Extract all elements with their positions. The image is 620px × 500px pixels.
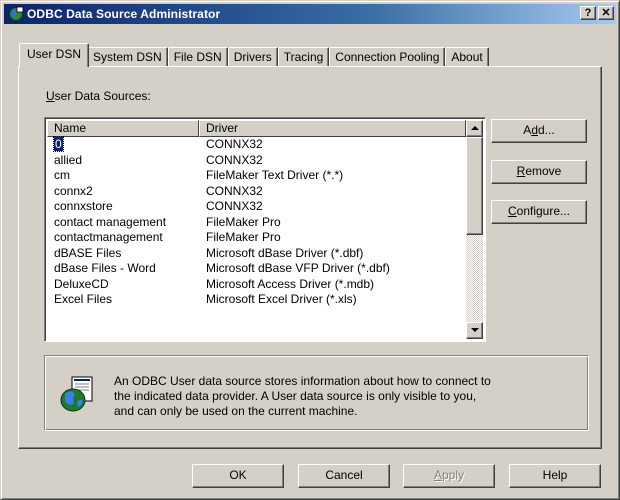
list-item-driver: Microsoft Access Driver (*.mdb): [206, 276, 375, 291]
tab-drivers[interactable]: Drivers: [227, 47, 278, 67]
tab-strip: User DSN System DSN File DSN Drivers Tra…: [19, 43, 489, 67]
arrow-down-icon: [471, 328, 479, 332]
list-item[interactable]: DeluxeCD Microsoft Access Driver (*.mdb): [47, 277, 466, 293]
list-item[interactable]: contact management FileMaker Pro: [47, 215, 466, 231]
list-item-driver: FileMaker Pro: [206, 214, 281, 229]
list-item-name: 0: [53, 136, 64, 152]
list-item-name: Excel Files: [54, 292, 113, 306]
list-item[interactable]: cm FileMaker Text Driver (*.*): [47, 168, 466, 184]
tab-tracing[interactable]: Tracing: [277, 47, 330, 67]
info-line-2: the indicated data provider. A User data…: [114, 389, 477, 403]
help-button[interactable]: Help: [509, 464, 601, 488]
odbc-globe-icon: [8, 6, 24, 22]
remove-button[interactable]: Remove: [491, 160, 587, 184]
list-item-driver: CONNX32: [206, 183, 263, 198]
tab-system-dsn[interactable]: System DSN: [87, 47, 168, 67]
user-dsn-panel: User Data Sources: Name Driver 0 CONNX32 …: [18, 66, 602, 449]
list-item[interactable]: connx2 CONNX32: [47, 184, 466, 200]
list-item[interactable]: allied CONNX32: [47, 153, 466, 169]
info-line-3: and can only be used on the current mach…: [114, 404, 358, 418]
close-button[interactable]: ✕: [598, 6, 614, 20]
list-item[interactable]: dBase Files - Word Microsoft dBase VFP Dr…: [47, 261, 466, 277]
info-group-box: An ODBC User data source stores informat…: [44, 355, 589, 431]
list-item-name: connx2: [54, 183, 93, 198]
list-item[interactable]: Excel Files Microsoft Excel Driver (*.xls…: [47, 292, 466, 308]
list-item-name: contact management: [54, 214, 167, 229]
arrow-up-icon: [471, 126, 479, 130]
list-item[interactable]: contactmanagement FileMaker Pro: [47, 230, 466, 246]
list-item-name: dBase Files - Word: [54, 261, 156, 275]
help-title-button[interactable]: ?: [580, 6, 596, 20]
list-item-driver: FileMaker Text Driver (*.*): [206, 168, 344, 182]
info-text: An ODBC User data source stores informat…: [114, 374, 584, 419]
list-item[interactable]: 0 CONNX32: [47, 136, 466, 153]
list-item-driver: CONNX32: [206, 137, 263, 151]
title-bar[interactable]: ODBC Data Source Administrator ? ✕: [4, 4, 616, 24]
list-item-driver: FileMaker Pro: [206, 230, 281, 244]
column-header-driver[interactable]: Driver: [199, 120, 466, 137]
user-data-sources-label: User Data Sources:: [46, 89, 151, 103]
apply-button[interactable]: Apply: [403, 464, 495, 488]
list-item-name: contactmanagement: [54, 230, 163, 244]
list-rows: 0 CONNX32 allied CONNX32 cm FileMaker Text …: [47, 136, 466, 308]
list-item-driver: Microsoft dBase VFP Driver (*.dbf): [206, 261, 390, 275]
tab-about[interactable]: About: [445, 47, 489, 67]
tab-user-dsn[interactable]: User DSN: [19, 43, 90, 67]
add-button[interactable]: Add...: [491, 119, 587, 143]
scroll-thumb[interactable]: [466, 137, 483, 235]
list-item-name: allied: [54, 152, 83, 167]
list-item-name: dBASE Files: [54, 245, 122, 260]
cancel-button[interactable]: Cancel: [298, 464, 390, 488]
configure-button[interactable]: Configure...: [491, 200, 587, 224]
list-item-name: DeluxeCD: [54, 276, 109, 291]
ok-button[interactable]: OK: [192, 464, 284, 488]
odbc-datasource-icon: [60, 376, 94, 412]
list-item[interactable]: dBASE Files Microsoft dBase Driver (*.dbf…: [47, 246, 466, 262]
vertical-scrollbar[interactable]: [466, 120, 483, 339]
info-line-1: An ODBC User data source stores informat…: [114, 374, 491, 388]
list-item-driver: CONNX32: [206, 152, 263, 167]
list-item-name: cm: [54, 168, 70, 182]
odbc-admin-window: ODBC Data Source Administrator ? ✕ User …: [0, 0, 620, 500]
column-header-name[interactable]: Name: [47, 120, 199, 137]
list-item-name: connxstore: [54, 199, 113, 213]
window-title: ODBC Data Source Administrator: [27, 7, 221, 21]
list-item[interactable]: connxstore CONNX32: [47, 199, 466, 215]
list-item-driver: Microsoft Excel Driver (*.xls): [206, 292, 357, 306]
list-item-driver: CONNX32: [206, 199, 263, 213]
list-item-driver: Microsoft dBase Driver (*.dbf): [206, 245, 364, 260]
user-data-sources-list[interactable]: Name Driver 0 CONNX32 allied CONNX32 cm Fil…: [44, 117, 486, 342]
tab-file-dsn[interactable]: File DSN: [167, 47, 228, 67]
tab-connection-pooling[interactable]: Connection Pooling: [329, 47, 446, 67]
scroll-up-button[interactable]: [466, 120, 483, 137]
list-header: Name Driver: [47, 120, 466, 137]
scroll-down-button[interactable]: [466, 322, 483, 339]
